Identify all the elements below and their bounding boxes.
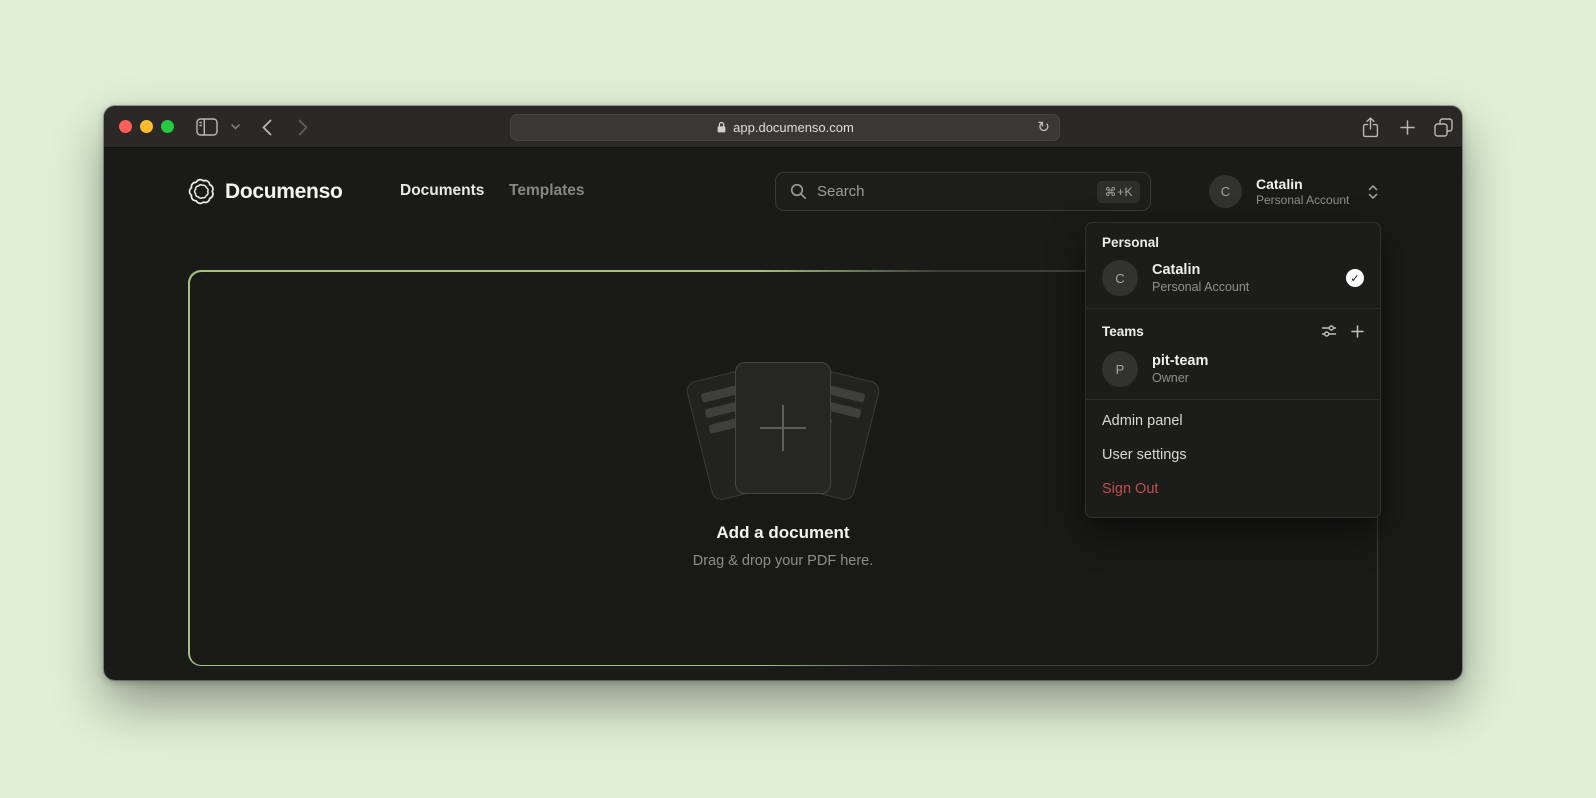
search-input[interactable] [817, 183, 1087, 200]
account-type: Personal Account [1152, 279, 1346, 295]
url-text: app.documenso.com [733, 120, 854, 135]
chevron-down-icon[interactable] [228, 106, 242, 148]
brand-wordmark: Documenso [225, 180, 343, 204]
avatar: P [1102, 351, 1138, 387]
menu-item-user-settings[interactable]: User settings [1086, 438, 1380, 472]
page-content: Documenso Documents Templates ⌘+K C Cata… [104, 148, 1462, 679]
divider [1086, 308, 1380, 309]
team-role: Owner [1152, 370, 1364, 386]
search-shortcut-badge: ⌘+K [1097, 181, 1140, 203]
menu-item-sign-out[interactable]: Sign Out [1086, 472, 1380, 506]
minimize-window-button[interactable] [140, 120, 153, 133]
avatar: C [1209, 175, 1242, 208]
documenso-logo-icon [188, 178, 215, 205]
search-bar[interactable]: ⌘+K [775, 172, 1151, 211]
user-menu-trigger[interactable]: C Catalin Personal Account [1209, 175, 1379, 208]
user-account-type: Personal Account [1256, 193, 1349, 208]
teams-section-label: Teams [1102, 324, 1144, 339]
nav-documents[interactable]: Documents [400, 182, 484, 200]
nav-templates[interactable]: Templates [509, 182, 585, 200]
browser-window: app.documenso.com ↻ [104, 106, 1462, 680]
team-item[interactable]: P pit-team Owner [1086, 345, 1380, 397]
personal-section-label: Personal [1102, 235, 1159, 250]
user-name: Catalin [1256, 176, 1349, 193]
documenso-logo[interactable]: Documenso [188, 178, 343, 205]
dropzone-title: Add a document [190, 523, 1377, 543]
close-window-button[interactable] [119, 120, 132, 133]
divider [1086, 399, 1380, 400]
browser-toolbar: app.documenso.com ↻ [104, 106, 1462, 148]
chevrons-up-down-icon [1367, 183, 1379, 201]
search-icon [790, 183, 807, 200]
forward-icon[interactable] [292, 106, 314, 148]
reload-icon[interactable]: ↻ [1037, 119, 1050, 137]
personal-account-item[interactable]: C Catalin Personal Account ✓ [1086, 254, 1380, 306]
dropzone-subtitle: Drag & drop your PDF here. [190, 553, 1377, 569]
account-dropdown-menu: Personal C Catalin Personal Account ✓ Te… [1085, 222, 1381, 518]
address-bar[interactable]: app.documenso.com ↻ [510, 114, 1060, 141]
manage-teams-icon[interactable] [1321, 323, 1337, 339]
maximize-window-button[interactable] [161, 120, 174, 133]
tab-overview-icon[interactable] [1430, 106, 1456, 148]
add-team-icon[interactable] [1351, 325, 1364, 338]
document-stack-illustration [698, 358, 868, 500]
lock-icon [716, 121, 727, 134]
avatar: C [1102, 260, 1138, 296]
account-name: Catalin [1152, 261, 1346, 279]
sidebar-toggle-icon[interactable] [194, 106, 220, 148]
share-icon[interactable] [1358, 106, 1382, 148]
window-controls [119, 120, 174, 133]
menu-item-admin-panel[interactable]: Admin panel [1086, 404, 1380, 438]
new-tab-icon[interactable] [1395, 106, 1419, 148]
back-icon[interactable] [256, 106, 278, 148]
check-circle-icon: ✓ [1346, 269, 1364, 287]
desktop-background: app.documenso.com ↻ [0, 0, 1596, 798]
plus-icon [760, 405, 806, 451]
add-document-card [735, 362, 831, 494]
team-name: pit-team [1152, 352, 1364, 370]
